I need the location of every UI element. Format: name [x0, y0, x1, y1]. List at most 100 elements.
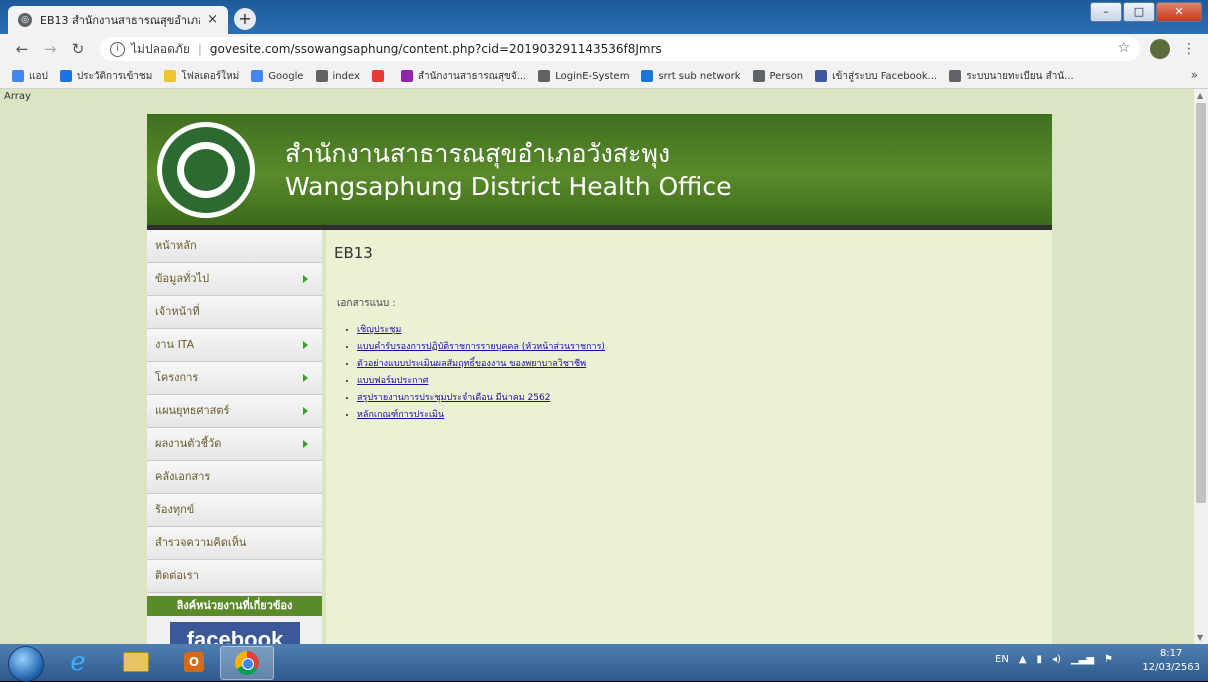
- chrome-icon: [235, 651, 259, 675]
- site-header: สำนักงานสาธารณสุขอำเภอวังสะพุง Wangsaphu…: [147, 114, 1052, 230]
- show-hidden-icons-icon[interactable]: ▲: [1019, 654, 1027, 665]
- bookmark-item[interactable]: โฟลเดอร์ใหม่: [164, 69, 239, 84]
- bookmark-item[interactable]: index: [315, 70, 360, 82]
- ministry-logo: [157, 122, 255, 218]
- scroll-down-icon[interactable]: ▼: [1197, 633, 1203, 642]
- e-icon: [641, 70, 654, 82]
- info-icon[interactable]: i: [110, 41, 125, 57]
- document-link[interactable]: สรุปรายงานการประชุมประจำเดือน มีนาคม 256…: [357, 393, 550, 403]
- document-link[interactable]: ตัวอย่างแบบประเมินผลสัมฤทธิ์ของงาน ของพย…: [357, 359, 586, 369]
- bookmark-item[interactable]: ระบบนายทะเบียน สำนั...: [949, 69, 1074, 84]
- back-icon[interactable]: ←: [12, 39, 32, 59]
- language-indicator[interactable]: EN: [995, 654, 1009, 665]
- bookmark-star-icon[interactable]: ☆: [1117, 40, 1130, 56]
- sidebar-item[interactable]: งาน ITA: [147, 329, 322, 362]
- sidebar-item-label: ข้อมูลทั่วไป: [155, 272, 210, 285]
- page-scrollbar[interactable]: ▲ ▼: [1194, 89, 1208, 644]
- list-item: หลักเกณฑ์การประเมิน: [357, 407, 605, 424]
- scroll-up-icon[interactable]: ▲: [1197, 91, 1203, 100]
- sidebar-item[interactable]: สำรวจความคิดเห็น: [147, 527, 322, 560]
- main-content: EB13 เอกสารแนบ : เชิญประชุมแบบคำรับรองกา…: [326, 230, 1052, 644]
- outlook-button[interactable]: O: [168, 646, 220, 678]
- bookmark-item[interactable]: เข้าสู่ระบบ Facebook...: [815, 69, 937, 84]
- bookmark-item[interactable]: [371, 70, 389, 82]
- debug-array-text: Array: [4, 91, 31, 102]
- sidebar-item[interactable]: โครงการ: [147, 362, 322, 395]
- action-center-icon[interactable]: ⚑: [1104, 654, 1113, 665]
- bookmark-label: สำนักงานสาธารณสุขจั...: [417, 70, 527, 82]
- bookmark-item[interactable]: srrt sub network: [641, 70, 741, 82]
- attachment-label: เอกสารแนบ :: [337, 298, 396, 309]
- google-icon: [251, 70, 264, 82]
- close-window-button[interactable]: ✕: [1156, 2, 1202, 22]
- internet-explorer-button[interactable]: e: [52, 646, 104, 678]
- bookmark-item[interactable]: Google: [251, 70, 304, 82]
- sidebar-item[interactable]: เจ้าหน้าที่: [147, 296, 322, 329]
- document-link[interactable]: แบบคำรับรองการปฏิบัติราชการรายบุคคล (หัว…: [357, 342, 605, 352]
- sidebar-item-label: งาน ITA: [155, 338, 195, 351]
- new-tab-button[interactable]: +: [234, 8, 256, 30]
- sidebar-item[interactable]: ผลงานตัวชี้วัด: [147, 428, 322, 461]
- minimize-button[interactable]: –: [1090, 2, 1122, 22]
- signal-icon[interactable]: ▁▃▅: [1071, 654, 1094, 665]
- submenu-arrow-icon: [303, 374, 308, 382]
- maximize-button[interactable]: □: [1123, 2, 1155, 22]
- document-list: เชิญประชุมแบบคำรับรองการปฏิบัติราชการราย…: [341, 322, 605, 424]
- reload-icon[interactable]: ↻: [68, 39, 88, 59]
- colorful-icon: [400, 70, 413, 82]
- sidebar-item-label: คลังเอกสาร: [155, 470, 211, 483]
- sidebar-item-label: สำรวจความคิดเห็น: [155, 536, 247, 549]
- bookmark-label: เข้าสู่ระบบ Facebook...: [832, 70, 938, 82]
- url-text[interactable]: govesite.com/ssowangsaphung/content.php?…: [210, 42, 662, 56]
- sidebar-item[interactable]: ติดต่อเรา: [147, 560, 322, 593]
- folder-icon: [123, 652, 149, 672]
- security-label[interactable]: ไม่ปลอดภัย: [131, 40, 190, 59]
- bookmark-item[interactable]: ประวัติการเข้าชม: [59, 69, 153, 84]
- volume-icon[interactable]: ◂): [1052, 654, 1061, 665]
- browser-tab[interactable]: ◎ EB13 สำนักงานสาธารณสุขอำเภอวังสะ ×: [8, 6, 228, 34]
- document-link[interactable]: เชิญประชุม: [357, 325, 401, 335]
- document-link[interactable]: แบบฟอร์มประกาศ: [357, 376, 428, 386]
- scrollbar-thumb[interactable]: [1196, 103, 1206, 503]
- list-item: สรุปรายงานการประชุมประจำเดือน มีนาคม 256…: [357, 390, 605, 407]
- chrome-button[interactable]: [220, 646, 274, 680]
- address-bar[interactable]: i ไม่ปลอดภัย | govesite.com/ssowangsaphu…: [100, 37, 1140, 61]
- document-link[interactable]: หลักเกณฑ์การประเมิน: [357, 410, 444, 420]
- tab-close-button[interactable]: ×: [207, 12, 218, 27]
- bookmark-label: Person: [769, 70, 804, 82]
- facebook-icon: [815, 70, 828, 82]
- network-icon[interactable]: ▮: [1037, 654, 1043, 665]
- system-clock[interactable]: 8:17 12/03/2563: [1142, 647, 1200, 675]
- forward-icon[interactable]: →: [40, 39, 60, 59]
- bookmark-label: ประวัติการเข้าชม: [76, 70, 153, 82]
- globe-icon: [538, 70, 551, 82]
- bookmark-item[interactable]: สำนักงานสาธารณสุขจั...: [400, 69, 527, 84]
- navigation-bar: ← → ↻ i ไม่ปลอดภัย | govesite.com/ssowan…: [0, 34, 1208, 64]
- bookmark-label: Google: [268, 70, 304, 82]
- sidebar-item[interactable]: ข้อมูลทั่วไป: [147, 263, 322, 296]
- bookmark-label: โฟลเดอร์ใหม่: [181, 70, 240, 82]
- sidebar-item[interactable]: หน้าหลัก: [147, 230, 322, 263]
- web-page: Array สำนักงานสาธารณสุขอำเภอวังสะพุง Wan…: [0, 89, 1194, 644]
- bookmark-item[interactable]: แอป: [12, 69, 48, 84]
- start-button[interactable]: [8, 646, 44, 682]
- profile-avatar[interactable]: [1150, 39, 1170, 59]
- address-separator: |: [197, 42, 202, 56]
- file-explorer-button[interactable]: [110, 646, 162, 678]
- globe-icon: ◎: [18, 13, 32, 27]
- browser-menu-icon[interactable]: ⋮: [1182, 39, 1196, 59]
- facebook-link[interactable]: facebook: [170, 622, 300, 644]
- sidebar-item[interactable]: ร้องทุกข์: [147, 494, 322, 527]
- more-bookmarks-icon[interactable]: »: [1191, 68, 1198, 82]
- bookmark-label: ระบบนายทะเบียน สำนั...: [966, 70, 1074, 82]
- bookmark-item[interactable]: Person: [752, 70, 804, 82]
- globe-icon: [752, 70, 765, 82]
- submenu-arrow-icon: [303, 275, 308, 283]
- history-icon: [59, 70, 72, 82]
- sidebar-item[interactable]: แผนยุทธศาสตร์: [147, 395, 322, 428]
- sidebar-item[interactable]: คลังเอกสาร: [147, 461, 322, 494]
- bookmark-item[interactable]: LoginE-System: [538, 70, 629, 82]
- outlook-icon: O: [184, 652, 204, 672]
- sidebar-menu: หน้าหลักข้อมูลทั่วไปเจ้าหน้าที่งาน ITA โค…: [147, 230, 322, 644]
- site-title-thai: สำนักงานสาธารณสุขอำเภอวังสะพุง: [285, 139, 671, 168]
